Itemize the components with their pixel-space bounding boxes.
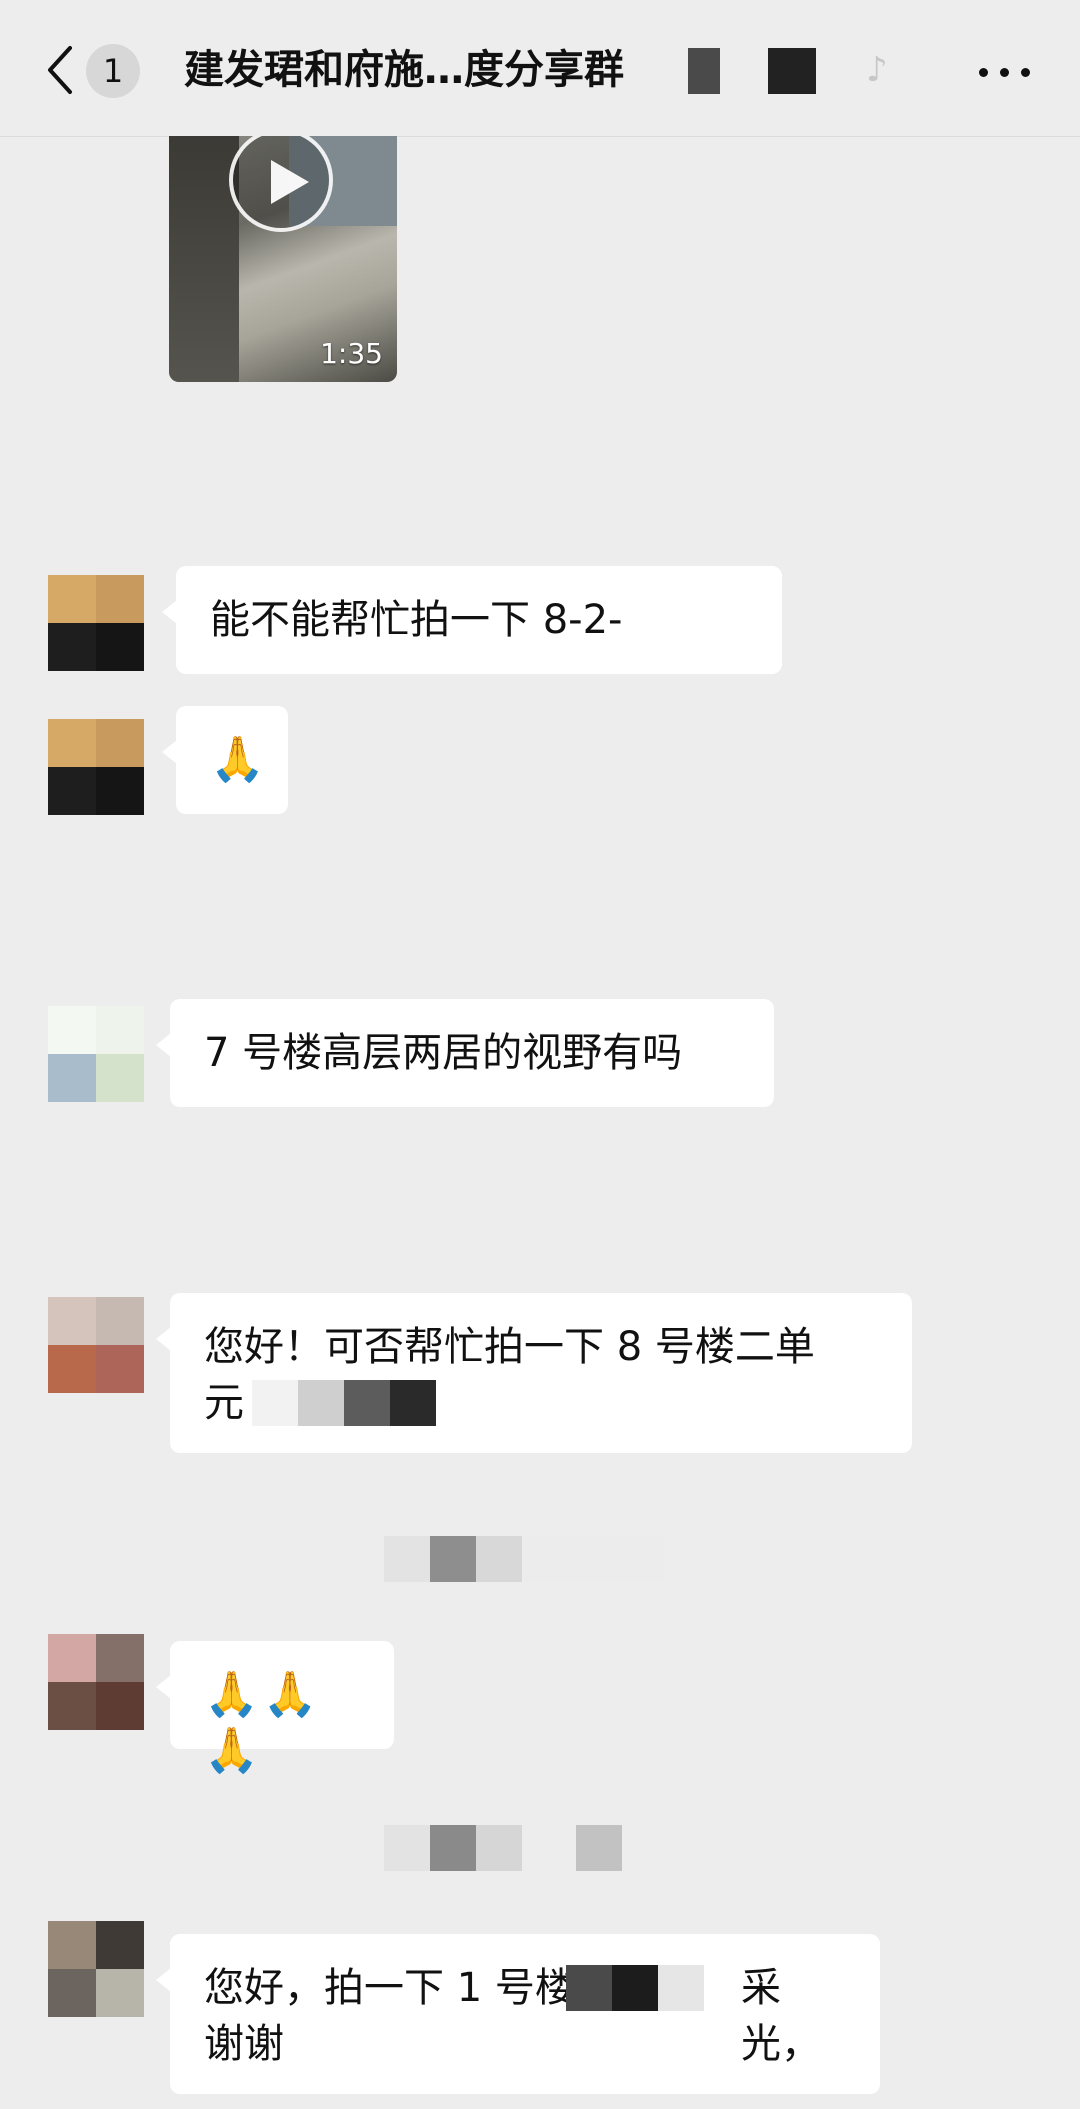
avatar[interactable]: [48, 1297, 144, 1393]
unread-count-badge[interactable]: 1: [86, 44, 140, 98]
chat-header: 1 建发珺和府施…度分享群 ♪: [0, 0, 1080, 137]
avatar[interactable]: [48, 575, 144, 671]
message-text: 您好，拍一下 1 号楼: [204, 1965, 575, 2011]
avatar[interactable]: [48, 1921, 144, 2017]
message-text-suffix: 采光，: [741, 1965, 821, 2067]
avatar[interactable]: [48, 1634, 144, 1730]
message-bubble[interactable]: 7 号楼高层两居的视野有吗: [156, 999, 774, 1107]
chat-title[interactable]: 建发珺和府施…度分享群: [184, 42, 724, 98]
message-bubble[interactable]: 能不能帮忙拍一下 8-2-: [162, 566, 782, 674]
message-text-line2: 元: [204, 1380, 244, 1426]
message-bubble[interactable]: 您好！可否帮忙拍一下 8 号楼二单 元: [156, 1293, 912, 1453]
chevron-left-icon: [48, 46, 72, 94]
timestamp-divider: [384, 1536, 690, 1582]
video-message[interactable]: 1:35: [169, 136, 397, 382]
ellipsis-icon: [979, 68, 988, 77]
timestamp-divider: [384, 1825, 624, 1871]
redaction-mosaic: [768, 48, 816, 94]
message-text: 7 号楼高层两居的视野有吗: [204, 1030, 683, 1076]
pray-emoji: 🙏: [210, 734, 269, 785]
more-options-button[interactable]: [975, 40, 1035, 100]
message-text: 能不能帮忙拍一下 8-2-: [210, 597, 623, 643]
video-duration: 1:35: [320, 337, 383, 370]
message-bubble[interactable]: 您好，拍一下 1 号楼 采光， 谢谢: [156, 1934, 880, 2094]
message-text: 您好！可否帮忙拍一下 8 号楼二单: [204, 1324, 815, 1370]
emoji-message[interactable]: 🙏: [162, 706, 288, 814]
emoji-message[interactable]: 🙏🙏🙏: [156, 1641, 394, 1776]
back-button[interactable]: [40, 38, 80, 102]
mute-icon: ♪: [866, 50, 888, 90]
pray-emoji: 🙏🙏🙏: [204, 1669, 322, 1776]
avatar[interactable]: [48, 1006, 144, 1102]
redaction-mosaic: [688, 48, 720, 94]
avatar[interactable]: [48, 719, 144, 815]
